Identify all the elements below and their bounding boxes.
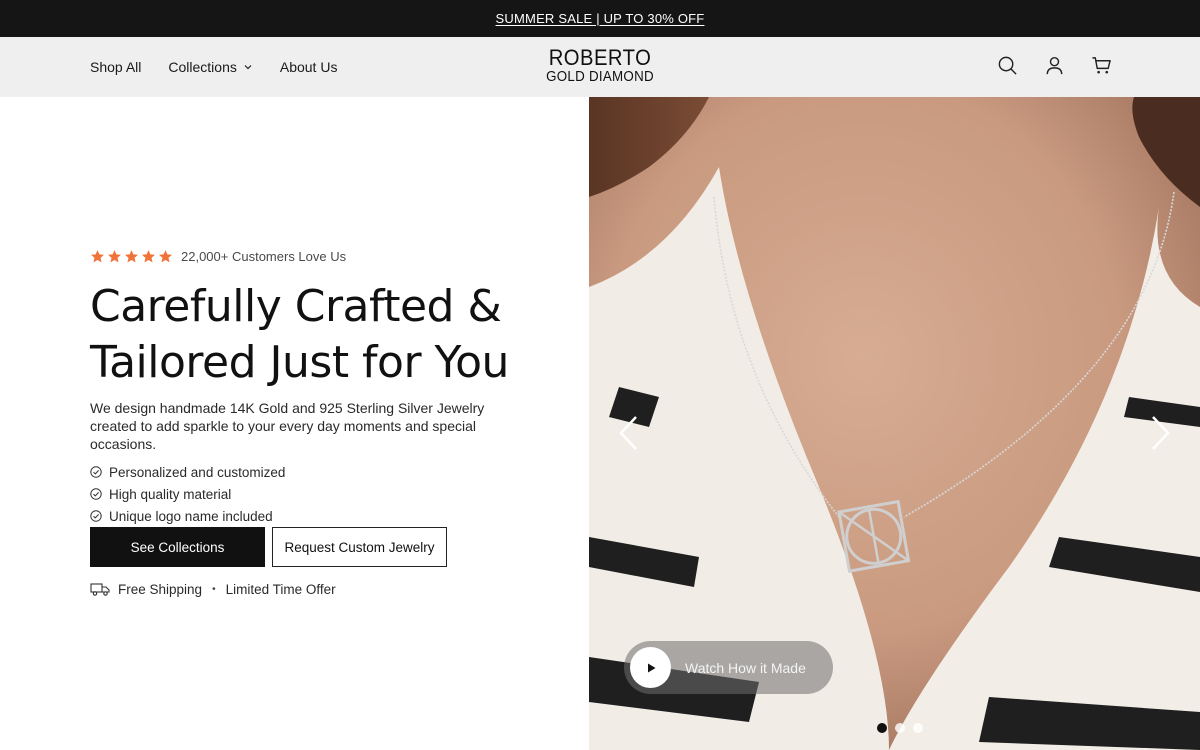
carousel-next-button[interactable] <box>1148 415 1172 451</box>
hero-buttons: See Collections Request Custom Jewelry <box>90 527 447 567</box>
shipping-text: Free Shipping <box>118 581 203 597</box>
nav-shop-all[interactable]: Shop All <box>90 59 141 75</box>
rating-stars <box>90 249 173 264</box>
account-icon[interactable] <box>1044 55 1065 76</box>
carousel-dots <box>877 723 923 733</box>
feature-text: Personalized and customized <box>109 464 286 480</box>
check-circle-icon <box>90 510 102 522</box>
main-nav: Shop All Collections About Us <box>90 37 337 97</box>
announcement-link[interactable]: SUMMER SALE | UP TO 30% OFF <box>496 11 705 26</box>
hero-headline: Carefully Crafted & Tailored Just for Yo… <box>90 279 560 391</box>
star-icon <box>125 249 138 262</box>
nav-about-us-label: About Us <box>279 59 338 75</box>
feature-text: Unique logo name included <box>109 508 273 524</box>
headline-line-1: Carefully Crafted & <box>90 281 502 332</box>
carousel-dot-3[interactable] <box>913 723 923 733</box>
check-circle-icon <box>90 488 102 500</box>
chevron-down-icon <box>244 65 252 70</box>
nav-about-us[interactable]: About Us <box>280 59 338 75</box>
nav-collections-label: Collections <box>168 59 237 75</box>
search-icon[interactable] <box>997 55 1018 76</box>
feature-item: High quality material <box>90 483 560 505</box>
chevron-left-icon <box>619 416 637 450</box>
star-icon <box>142 249 155 262</box>
play-button[interactable] <box>630 647 671 688</box>
carousel-dot-1[interactable] <box>877 723 887 733</box>
nav-shop-all-label: Shop All <box>90 59 142 75</box>
request-custom-jewelry-button[interactable]: Request Custom Jewelry <box>272 527 447 567</box>
announcement-bar: SUMMER SALE | UP TO 30% OFF <box>0 0 1200 37</box>
play-icon <box>647 663 655 672</box>
check-circle-icon <box>90 466 102 478</box>
feature-item: Unique logo name included <box>90 505 560 527</box>
offer-text: Limited Time Offer <box>225 581 336 597</box>
rating-row: 22,000+ Customers Love Us <box>90 247 560 265</box>
headline-line-2: Tailored Just for You <box>90 337 509 388</box>
truck-icon <box>90 583 110 596</box>
carousel-prev-button[interactable] <box>617 415 641 451</box>
hero-description: We design handmade 14K Gold and 925 Ster… <box>90 400 485 452</box>
watch-label: Watch How it Made <box>685 659 806 676</box>
feature-list: Personalized and customized High quality… <box>90 461 560 527</box>
rating-text: 22,000+ Customers Love Us <box>181 248 347 264</box>
hero-carousel: Watch How it Made <box>589 97 1200 750</box>
hero-content: 22,000+ Customers Love Us Carefully Craf… <box>90 247 560 527</box>
header-actions <box>997 55 1112 76</box>
nav-collections[interactable]: Collections <box>168 59 252 75</box>
shipping-separator: • <box>212 583 216 595</box>
site-header: Shop All Collections About Us ROBERTO GO… <box>0 37 1200 97</box>
feature-text: High quality material <box>109 486 232 502</box>
feature-item: Personalized and customized <box>90 461 560 483</box>
watch-video-button[interactable]: Watch How it Made <box>624 641 833 694</box>
carousel-dot-2[interactable] <box>895 723 905 733</box>
see-collections-button[interactable]: See Collections <box>90 527 265 567</box>
chevron-right-icon <box>1152 416 1170 450</box>
cart-icon[interactable] <box>1091 55 1112 76</box>
star-icon <box>159 249 172 262</box>
star-icon <box>91 249 104 262</box>
star-icon <box>108 249 121 262</box>
shipping-note: Free Shipping • Limited Time Offer <box>90 580 336 598</box>
